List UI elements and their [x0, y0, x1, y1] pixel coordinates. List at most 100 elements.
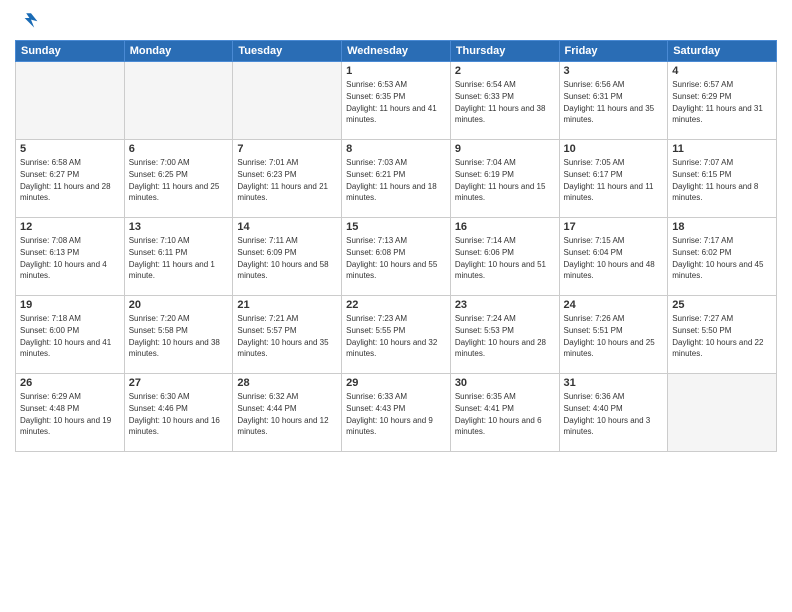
- calendar-cell: 7 Sunrise: 7:01 AMSunset: 6:23 PMDayligh…: [233, 140, 342, 218]
- calendar-cell: 18 Sunrise: 7:17 AMSunset: 6:02 PMDaylig…: [668, 218, 777, 296]
- calendar-cell: 20 Sunrise: 7:20 AMSunset: 5:58 PMDaylig…: [124, 296, 233, 374]
- weekday-header-monday: Monday: [124, 41, 233, 62]
- day-number: 24: [564, 299, 664, 311]
- day-info: Sunrise: 6:54 AMSunset: 6:33 PMDaylight:…: [455, 80, 546, 124]
- calendar-cell: 29 Sunrise: 6:33 AMSunset: 4:43 PMDaylig…: [342, 374, 451, 452]
- day-info: Sunrise: 7:20 AMSunset: 5:58 PMDaylight:…: [129, 314, 220, 358]
- calendar-cell: 2 Sunrise: 6:54 AMSunset: 6:33 PMDayligh…: [450, 62, 559, 140]
- day-info: Sunrise: 7:17 AMSunset: 6:02 PMDaylight:…: [672, 236, 763, 280]
- day-info: Sunrise: 6:56 AMSunset: 6:31 PMDaylight:…: [564, 80, 655, 124]
- day-info: Sunrise: 6:32 AMSunset: 4:44 PMDaylight:…: [237, 392, 328, 436]
- calendar-cell: 12 Sunrise: 7:08 AMSunset: 6:13 PMDaylig…: [16, 218, 125, 296]
- day-number: 31: [564, 377, 664, 389]
- calendar-cell: 22 Sunrise: 7:23 AMSunset: 5:55 PMDaylig…: [342, 296, 451, 374]
- day-number: 12: [20, 221, 120, 233]
- day-number: 29: [346, 377, 446, 389]
- day-info: Sunrise: 7:03 AMSunset: 6:21 PMDaylight:…: [346, 158, 437, 202]
- day-info: Sunrise: 6:53 AMSunset: 6:35 PMDaylight:…: [346, 80, 437, 124]
- day-number: 19: [20, 299, 120, 311]
- day-number: 10: [564, 143, 664, 155]
- day-info: Sunrise: 7:13 AMSunset: 6:08 PMDaylight:…: [346, 236, 437, 280]
- header: [15, 10, 777, 34]
- calendar-week-4: 19 Sunrise: 7:18 AMSunset: 6:00 PMDaylig…: [16, 296, 777, 374]
- day-info: Sunrise: 7:05 AMSunset: 6:17 PMDaylight:…: [564, 158, 654, 202]
- day-number: 25: [672, 299, 772, 311]
- day-info: Sunrise: 7:01 AMSunset: 6:23 PMDaylight:…: [237, 158, 328, 202]
- day-info: Sunrise: 6:36 AMSunset: 4:40 PMDaylight:…: [564, 392, 651, 436]
- calendar-week-5: 26 Sunrise: 6:29 AMSunset: 4:48 PMDaylig…: [16, 374, 777, 452]
- day-number: 6: [129, 143, 229, 155]
- day-number: 27: [129, 377, 229, 389]
- calendar-cell: [124, 62, 233, 140]
- logo-icon: [15, 10, 39, 34]
- day-number: 8: [346, 143, 446, 155]
- weekday-header-saturday: Saturday: [668, 41, 777, 62]
- day-info: Sunrise: 7:04 AMSunset: 6:19 PMDaylight:…: [455, 158, 546, 202]
- day-info: Sunrise: 7:10 AMSunset: 6:11 PMDaylight:…: [129, 236, 215, 280]
- weekday-header-wednesday: Wednesday: [342, 41, 451, 62]
- calendar-cell: 15 Sunrise: 7:13 AMSunset: 6:08 PMDaylig…: [342, 218, 451, 296]
- day-number: 4: [672, 65, 772, 77]
- day-info: Sunrise: 7:15 AMSunset: 6:04 PMDaylight:…: [564, 236, 655, 280]
- calendar-cell: 6 Sunrise: 7:00 AMSunset: 6:25 PMDayligh…: [124, 140, 233, 218]
- calendar-cell: 23 Sunrise: 7:24 AMSunset: 5:53 PMDaylig…: [450, 296, 559, 374]
- calendar-cell: 5 Sunrise: 6:58 AMSunset: 6:27 PMDayligh…: [16, 140, 125, 218]
- calendar-cell: 26 Sunrise: 6:29 AMSunset: 4:48 PMDaylig…: [16, 374, 125, 452]
- day-number: 26: [20, 377, 120, 389]
- day-info: Sunrise: 6:33 AMSunset: 4:43 PMDaylight:…: [346, 392, 433, 436]
- day-info: Sunrise: 6:35 AMSunset: 4:41 PMDaylight:…: [455, 392, 542, 436]
- day-info: Sunrise: 7:21 AMSunset: 5:57 PMDaylight:…: [237, 314, 328, 358]
- calendar-cell: 21 Sunrise: 7:21 AMSunset: 5:57 PMDaylig…: [233, 296, 342, 374]
- calendar-cell: 9 Sunrise: 7:04 AMSunset: 6:19 PMDayligh…: [450, 140, 559, 218]
- day-info: Sunrise: 6:58 AMSunset: 6:27 PMDaylight:…: [20, 158, 111, 202]
- day-number: 17: [564, 221, 664, 233]
- day-number: 22: [346, 299, 446, 311]
- calendar-cell: 24 Sunrise: 7:26 AMSunset: 5:51 PMDaylig…: [559, 296, 668, 374]
- calendar-cell: 1 Sunrise: 6:53 AMSunset: 6:35 PMDayligh…: [342, 62, 451, 140]
- day-number: 18: [672, 221, 772, 233]
- calendar-cell: 14 Sunrise: 7:11 AMSunset: 6:09 PMDaylig…: [233, 218, 342, 296]
- day-info: Sunrise: 7:11 AMSunset: 6:09 PMDaylight:…: [237, 236, 328, 280]
- calendar-cell: [233, 62, 342, 140]
- weekday-header-friday: Friday: [559, 41, 668, 62]
- weekday-header-sunday: Sunday: [16, 41, 125, 62]
- calendar-cell: 31 Sunrise: 6:36 AMSunset: 4:40 PMDaylig…: [559, 374, 668, 452]
- day-number: 7: [237, 143, 337, 155]
- day-number: 14: [237, 221, 337, 233]
- calendar-cell: 30 Sunrise: 6:35 AMSunset: 4:41 PMDaylig…: [450, 374, 559, 452]
- day-number: 5: [20, 143, 120, 155]
- day-info: Sunrise: 7:23 AMSunset: 5:55 PMDaylight:…: [346, 314, 437, 358]
- calendar-cell: 19 Sunrise: 7:18 AMSunset: 6:00 PMDaylig…: [16, 296, 125, 374]
- calendar-cell: 17 Sunrise: 7:15 AMSunset: 6:04 PMDaylig…: [559, 218, 668, 296]
- day-info: Sunrise: 7:18 AMSunset: 6:00 PMDaylight:…: [20, 314, 111, 358]
- weekday-header-tuesday: Tuesday: [233, 41, 342, 62]
- day-number: 9: [455, 143, 555, 155]
- day-number: 2: [455, 65, 555, 77]
- calendar-cell: 27 Sunrise: 6:30 AMSunset: 4:46 PMDaylig…: [124, 374, 233, 452]
- day-number: 28: [237, 377, 337, 389]
- day-info: Sunrise: 7:08 AMSunset: 6:13 PMDaylight:…: [20, 236, 107, 280]
- day-number: 11: [672, 143, 772, 155]
- day-number: 13: [129, 221, 229, 233]
- day-number: 20: [129, 299, 229, 311]
- day-number: 1: [346, 65, 446, 77]
- calendar-week-2: 5 Sunrise: 6:58 AMSunset: 6:27 PMDayligh…: [16, 140, 777, 218]
- day-info: Sunrise: 7:00 AMSunset: 6:25 PMDaylight:…: [129, 158, 220, 202]
- calendar-cell: 16 Sunrise: 7:14 AMSunset: 6:06 PMDaylig…: [450, 218, 559, 296]
- day-info: Sunrise: 7:07 AMSunset: 6:15 PMDaylight:…: [672, 158, 758, 202]
- calendar-week-3: 12 Sunrise: 7:08 AMSunset: 6:13 PMDaylig…: [16, 218, 777, 296]
- weekday-header-thursday: Thursday: [450, 41, 559, 62]
- day-number: 3: [564, 65, 664, 77]
- calendar-cell: 4 Sunrise: 6:57 AMSunset: 6:29 PMDayligh…: [668, 62, 777, 140]
- day-info: Sunrise: 6:29 AMSunset: 4:48 PMDaylight:…: [20, 392, 111, 436]
- calendar-cell: 25 Sunrise: 7:27 AMSunset: 5:50 PMDaylig…: [668, 296, 777, 374]
- logo: [15, 10, 43, 34]
- calendar-cell: [16, 62, 125, 140]
- day-info: Sunrise: 7:27 AMSunset: 5:50 PMDaylight:…: [672, 314, 763, 358]
- day-number: 21: [237, 299, 337, 311]
- calendar-cell: 10 Sunrise: 7:05 AMSunset: 6:17 PMDaylig…: [559, 140, 668, 218]
- day-info: Sunrise: 7:14 AMSunset: 6:06 PMDaylight:…: [455, 236, 546, 280]
- page: SundayMondayTuesdayWednesdayThursdayFrid…: [0, 0, 792, 612]
- day-info: Sunrise: 7:26 AMSunset: 5:51 PMDaylight:…: [564, 314, 655, 358]
- calendar-cell: [668, 374, 777, 452]
